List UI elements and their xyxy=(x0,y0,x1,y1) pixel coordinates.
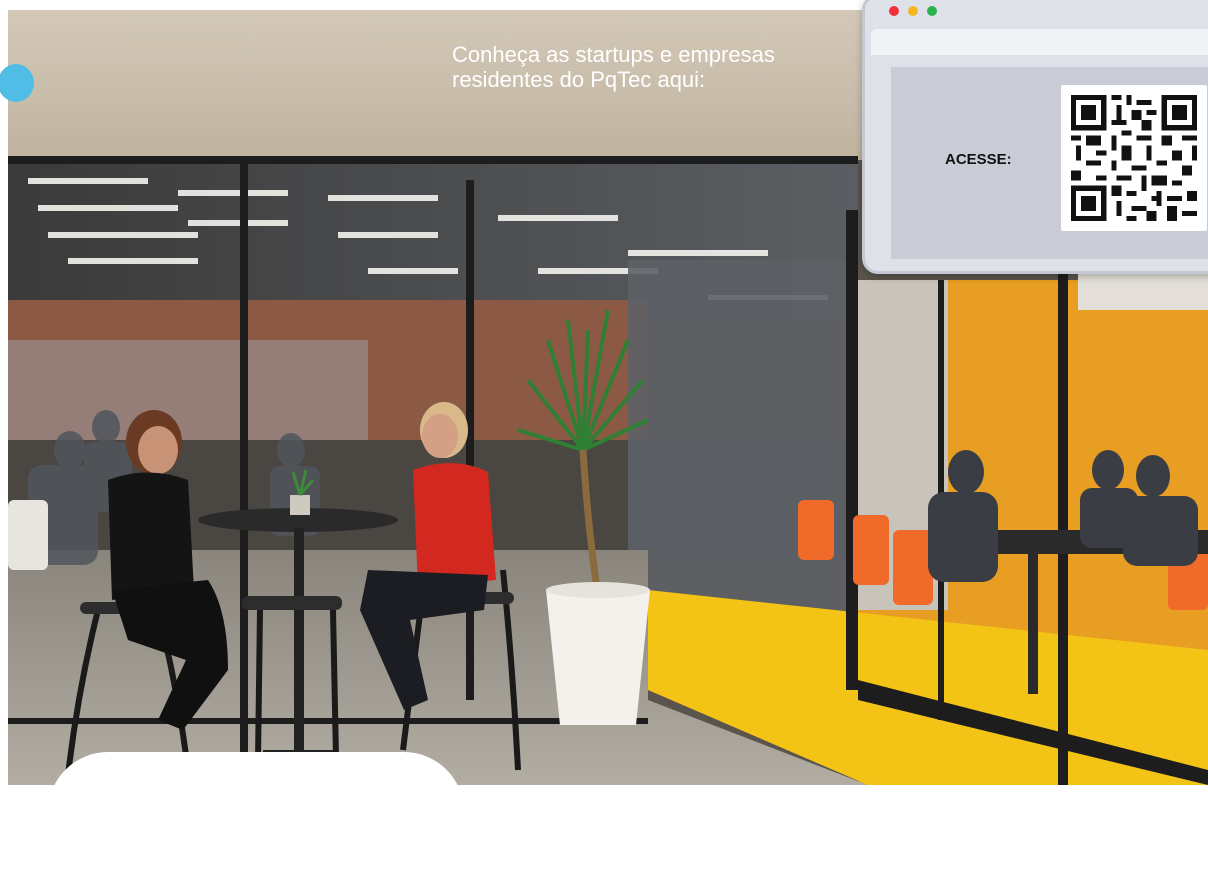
window-close-dot xyxy=(889,6,899,16)
caption-line-1: Conheça as startups e empresas xyxy=(452,42,775,67)
access-label: ACESSE: xyxy=(945,151,1012,168)
browser-window-mockup: ACESSE: xyxy=(862,0,1208,274)
browser-title-bar xyxy=(865,0,1208,25)
caption-line-2: residentes do PqTec aqui: xyxy=(452,67,706,92)
bottom-white-card xyxy=(48,752,464,872)
window-maximize-dot xyxy=(927,6,937,16)
caption-text: Conheça as startups e empresas residente… xyxy=(452,42,852,92)
window-minimize-dot xyxy=(908,6,918,16)
qr-panel: ACESSE: xyxy=(891,67,1208,259)
qr-code-icon xyxy=(1071,95,1197,221)
qr-code-frame[interactable] xyxy=(1061,85,1207,231)
browser-address-strip xyxy=(871,29,1208,55)
